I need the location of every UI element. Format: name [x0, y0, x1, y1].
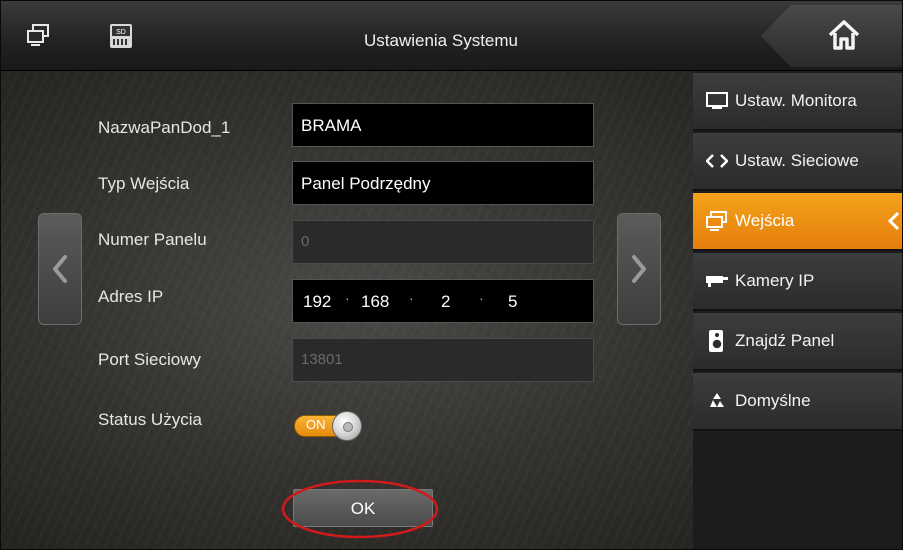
input-type-label: Typ Wejścia [98, 174, 190, 193]
sidebar-item-label: Ustaw. Sieciowe [735, 151, 859, 170]
status-label: Status Użycia [98, 410, 202, 429]
sidebar-item-label: Domyślne [735, 391, 811, 410]
home-icon[interactable] [827, 19, 861, 51]
chevron-left-icon [888, 211, 900, 231]
ip-octet-2[interactable]: 168 [361, 292, 389, 312]
ip-separator: · [409, 290, 414, 306]
sidebar-item-label: Wejścia [735, 211, 795, 230]
network-arrows-icon [705, 150, 729, 172]
previous-page-button[interactable] [38, 213, 82, 325]
name-field[interactable]: BRAMA [292, 103, 594, 147]
chevron-left-icon [53, 255, 67, 283]
ok-button[interactable]: OK [293, 489, 433, 527]
ip-octet-3[interactable]: 2 [441, 292, 450, 312]
input-type-field[interactable]: Panel Podrzędny [292, 161, 594, 205]
sidebar-item-find-panel[interactable]: Znajdź Panel [693, 313, 902, 371]
ip-address-label: Adres IP [98, 287, 164, 306]
ip-separator: · [345, 290, 350, 306]
port-label: Port Sieciowy [98, 350, 201, 369]
ip-octet-1[interactable]: 192 [303, 292, 331, 312]
sidebar-item-network[interactable]: Ustaw. Sieciowe [693, 133, 902, 191]
ip-camera-icon [705, 270, 729, 292]
ip-address-field[interactable]: 192 · 168 · 2 · 5 [292, 279, 594, 323]
panel-number-label: Numer Panelu [98, 230, 207, 249]
sidebar: Ustaw. Monitora Ustaw. Sieciowe Wejścia … [693, 71, 902, 549]
sidebar-item-label: Kamery IP [735, 271, 815, 290]
panel-number-field: 0 [292, 220, 594, 264]
next-page-button[interactable] [617, 213, 661, 325]
sidebar-item-label: Znajdź Panel [735, 331, 835, 350]
door-station-icon [705, 210, 729, 232]
search-panel-icon [705, 330, 729, 352]
chevron-right-icon [632, 255, 646, 283]
ip-octet-4[interactable]: 5 [508, 292, 517, 312]
recycle-icon [705, 390, 729, 412]
monitor-icon [705, 90, 729, 112]
sidebar-item-monitor[interactable]: Ustaw. Monitora [693, 73, 902, 131]
top-bar: SD Ustawienia Systemu [1, 1, 902, 71]
sidebar-item-defaults[interactable]: Domyślne [693, 373, 902, 431]
sidebar-item-ip-cameras[interactable]: Kamery IP [693, 253, 902, 311]
toggle-on-text: ON [306, 417, 326, 432]
sidebar-item-inputs[interactable]: Wejścia [693, 193, 902, 251]
ip-separator: · [479, 290, 484, 306]
sidebar-item-label: Ustaw. Monitora [735, 91, 857, 110]
page-title: Ustawienia Systemu [363, 31, 518, 50]
status-toggle[interactable]: ON [294, 411, 368, 441]
toggle-knob [332, 411, 362, 441]
system-settings-screen: SD Ustawienia Systemu NazwaPanDod_1 Typ … [0, 0, 903, 550]
name-label: NazwaPanDod_1 [98, 118, 231, 137]
port-field: 13801 [292, 338, 594, 382]
